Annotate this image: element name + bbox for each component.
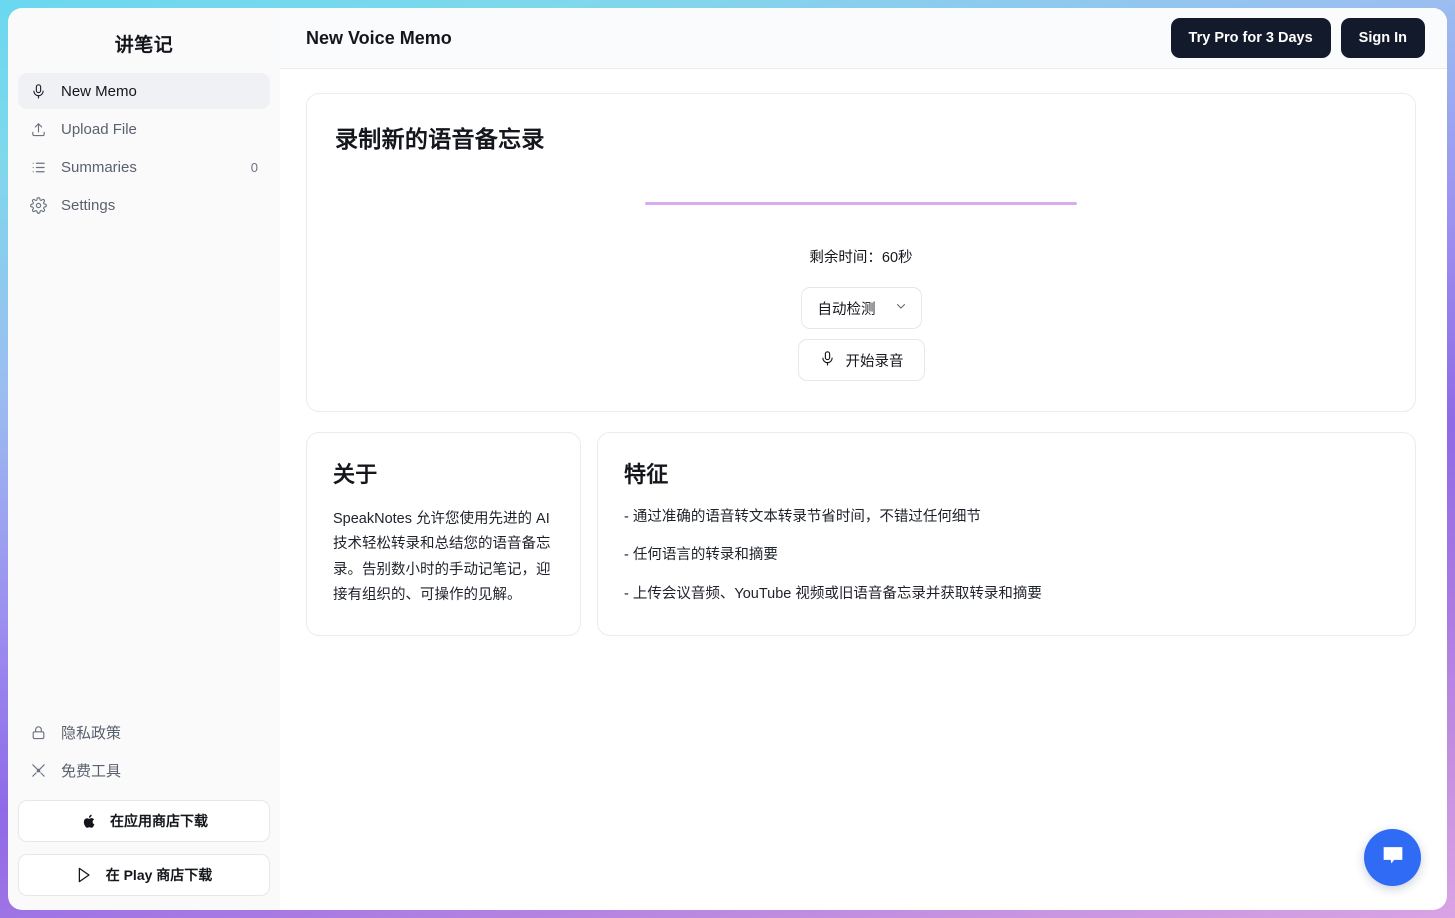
header-actions: Try Pro for 3 Days Sign In <box>1171 18 1425 58</box>
chat-support-button[interactable] <box>1364 829 1421 886</box>
record-memo-card: 录制新的语音备忘录 剩余时间：60秒 自动检测 开始录音 <box>306 93 1416 412</box>
list-icon <box>30 159 47 176</box>
chevron-down-icon <box>894 299 908 317</box>
start-recording-button[interactable]: 开始录音 <box>798 339 925 381</box>
chat-bubble-icon <box>1379 841 1407 874</box>
sidebar-item-label: New Memo <box>61 83 244 100</box>
start-recording-label: 开始录音 <box>846 350 904 371</box>
record-controls: 自动检测 开始录音 <box>335 287 1387 381</box>
sidebar-item-count: 0 <box>251 160 258 175</box>
sidebar-item-label: 隐私政策 <box>61 722 258 743</box>
play-store-download-button[interactable]: 在 Play 商店下载 <box>18 854 270 896</box>
sidebar-item-upload-file[interactable]: Upload File <box>18 111 270 147</box>
sidebar-item-settings[interactable]: Settings <box>18 187 270 223</box>
app-brand-title: 讲笔记 <box>8 8 280 73</box>
record-card-title: 录制新的语音备忘录 <box>335 120 1387 154</box>
main-panel: New Voice Memo Try Pro for 3 Days Sign I… <box>280 8 1447 910</box>
apple-icon <box>80 812 98 830</box>
info-cards-row: 关于 SpeakNotes 允许您使用先进的 AI 技术轻松转录和总结您的语音备… <box>306 432 1416 636</box>
tools-icon <box>30 762 47 779</box>
sidebar-spacer <box>8 223 280 714</box>
sidebar-item-new-memo[interactable]: New Memo <box>18 73 270 109</box>
microphone-icon <box>819 350 836 371</box>
microphone-icon <box>30 83 47 100</box>
store-button-label: 在应用商店下载 <box>110 811 208 831</box>
waveform-area <box>335 166 1387 240</box>
top-header: New Voice Memo Try Pro for 3 Days Sign I… <box>280 8 1447 69</box>
features-card: 特征 - 通过准确的语音转文本转录节省时间，不错过任何细节 - 任何语言的转录和… <box>597 432 1416 636</box>
app-store-download-button[interactable]: 在应用商店下载 <box>18 800 270 842</box>
list-item: - 通过准确的语音转文本转录节省时间，不错过任何细节 <box>624 507 1389 527</box>
sidebar-item-label: Summaries <box>61 159 237 176</box>
store-button-label: 在 Play 商店下载 <box>106 865 213 885</box>
about-card-body: SpeakNotes 允许您使用先进的 AI 技术轻松转录和总结您的语音备忘录。… <box>333 507 554 609</box>
sidebar-item-summaries[interactable]: Summaries 0 <box>18 149 270 185</box>
gear-icon <box>30 197 47 214</box>
sidebar-item-label: 免费工具 <box>61 760 258 781</box>
list-item: - 上传会议音频、YouTube 视频或旧语音备忘录并获取转录和摘要 <box>624 584 1389 604</box>
time-remaining-label: 剩余时间：60秒 <box>335 246 1387 267</box>
upload-icon <box>30 121 47 138</box>
sidebar: 讲笔记 New Memo Upload File Summaries 0 <box>8 8 280 910</box>
sign-in-button[interactable]: Sign In <box>1341 18 1425 58</box>
waveform-line <box>645 202 1077 205</box>
language-select[interactable]: 自动检测 <box>801 287 922 329</box>
lock-icon <box>30 724 47 741</box>
about-card-title: 关于 <box>333 457 554 489</box>
sidebar-nav: New Memo Upload File Summaries 0 Setting… <box>8 73 280 223</box>
features-card-title: 特征 <box>624 457 1389 489</box>
content-area: 录制新的语音备忘录 剩余时间：60秒 自动检测 开始录音 <box>280 69 1447 910</box>
page-title: New Voice Memo <box>306 28 1171 49</box>
language-select-value: 自动检测 <box>818 298 876 319</box>
features-list: - 通过准确的语音转文本转录节省时间，不错过任何细节 - 任何语言的转录和摘要 … <box>624 507 1389 604</box>
try-pro-button[interactable]: Try Pro for 3 Days <box>1171 18 1331 58</box>
sidebar-item-label: Upload File <box>61 121 244 138</box>
sidebar-footer: 隐私政策 免费工具 在应用商店下载 在 Play 商店下载 <box>8 714 280 910</box>
list-item: - 任何语言的转录和摘要 <box>624 545 1389 565</box>
sidebar-item-label: Settings <box>61 197 244 214</box>
google-play-icon <box>76 866 94 884</box>
sidebar-item-free-tools[interactable]: 免费工具 <box>18 752 270 788</box>
about-card: 关于 SpeakNotes 允许您使用先进的 AI 技术轻松转录和总结您的语音备… <box>306 432 581 636</box>
sidebar-item-privacy-policy[interactable]: 隐私政策 <box>18 714 270 750</box>
